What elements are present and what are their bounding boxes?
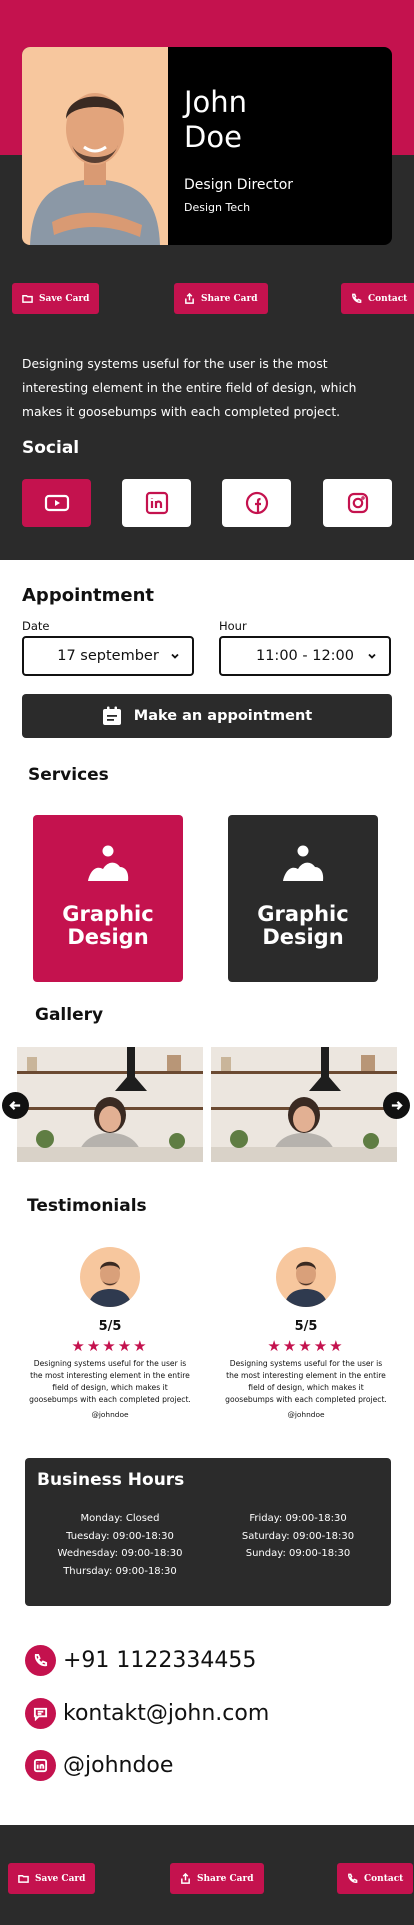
contact-label: Contact xyxy=(364,1873,404,1884)
footer-action-row: Save Card Share Card Contact xyxy=(0,1863,414,1897)
linkedin-icon xyxy=(25,1750,56,1781)
testimonial-text: Designing systems useful for the user is… xyxy=(29,1359,191,1404)
testimonial-text: Designing systems useful for the user is… xyxy=(225,1359,387,1404)
testimonial-score: 5/5 xyxy=(294,1319,318,1334)
calendar-icon xyxy=(102,706,121,725)
hours-column-right: Friday: 09:00-18:30 Saturday: 09:00-18:3… xyxy=(213,1510,383,1563)
save-card-label: Save Card xyxy=(35,1873,86,1884)
share-icon xyxy=(181,1873,190,1884)
share-icon xyxy=(185,293,194,304)
testimonial-handle: @johndoe xyxy=(287,1410,325,1419)
service-card[interactable]: Graphic Design xyxy=(228,815,378,982)
avatar xyxy=(80,1247,140,1307)
facebook-icon xyxy=(245,491,268,515)
profile-company: Design Tech xyxy=(184,201,251,214)
service-label: Graphic Design xyxy=(62,902,154,949)
youtube-icon xyxy=(44,494,69,512)
social-instagram-button[interactable] xyxy=(323,479,392,527)
hours-column-left: Monday: Closed Tuesday: 09:00-18:30 Wedn… xyxy=(35,1510,205,1580)
linkedin-handle: @johndoe xyxy=(63,1753,174,1778)
share-card-button[interactable]: Share Card xyxy=(174,283,268,314)
phone-icon xyxy=(352,293,362,303)
hours-friday: Friday: 09:00-18:30 xyxy=(249,1513,347,1524)
save-card-button[interactable]: Save Card xyxy=(8,1863,96,1894)
testimonials-title: Testimonials xyxy=(27,1196,147,1216)
instagram-icon xyxy=(347,492,368,514)
save-card-label: Save Card xyxy=(39,293,90,304)
linkedin-icon xyxy=(145,491,168,515)
phone-icon xyxy=(25,1645,56,1676)
contact-email-row[interactable]: kontakt@john.com xyxy=(25,1698,269,1729)
folder-icon xyxy=(22,295,33,303)
date-label: Date xyxy=(22,619,50,633)
hours-monday: Monday: Closed xyxy=(80,1513,160,1524)
social-linkedin-button[interactable] xyxy=(122,479,191,527)
last-name: Doe xyxy=(184,120,242,154)
contact-label: Contact xyxy=(368,293,408,304)
image-icon xyxy=(88,845,129,881)
testimonial-card: 5/5 ★★★★★ Designing systems useful for t… xyxy=(29,1247,191,1419)
save-card-button[interactable]: Save Card xyxy=(12,283,100,314)
hours-saturday: Saturday: 09:00-18:30 xyxy=(241,1530,355,1542)
hours-sunday: Sunday: 09:00-18:30 xyxy=(245,1548,351,1559)
folder-icon xyxy=(18,1875,29,1883)
service-label: Graphic Design xyxy=(257,902,349,949)
arrow-right-icon xyxy=(391,1100,403,1111)
contact-phone-row[interactable]: +91 1122334455 xyxy=(25,1645,256,1676)
share-card-label: Share Card xyxy=(197,1873,254,1884)
share-card-button[interactable]: Share Card xyxy=(170,1863,264,1894)
hours-wednesday: Wednesday: 09:00-18:30 xyxy=(57,1548,183,1559)
hour-label: Hour xyxy=(219,619,247,633)
testimonial-card: 5/5 ★★★★★ Designing systems useful for t… xyxy=(225,1247,387,1419)
image-icon xyxy=(283,845,324,881)
services-title: Services xyxy=(28,765,109,785)
testimonial-handle: @johndoe xyxy=(91,1410,129,1419)
star-rating: ★★★★★ xyxy=(267,1337,345,1355)
contact-linkedin-row[interactable]: @johndoe xyxy=(25,1750,173,1781)
testimonial-score: 5/5 xyxy=(98,1319,122,1334)
business-hours-title: Business Hours xyxy=(37,1470,185,1490)
gallery-title: Gallery xyxy=(35,1005,104,1025)
appointment-title: Appointment xyxy=(22,585,155,606)
profile-role: Design Director xyxy=(184,177,294,193)
phone-number: +91 1122334455 xyxy=(63,1648,257,1673)
social-row xyxy=(22,479,392,527)
phone-icon xyxy=(348,1873,358,1883)
message-icon xyxy=(25,1698,56,1729)
contact-button[interactable]: Contact xyxy=(341,283,414,314)
gallery-image[interactable] xyxy=(17,1047,203,1162)
business-hours-card: Business Hours Monday: Closed Tuesday: 0… xyxy=(25,1458,391,1606)
hours-tuesday: Tuesday: 09:00-18:30 xyxy=(66,1530,174,1542)
star-rating: ★★★★★ xyxy=(71,1337,149,1355)
social-facebook-button[interactable] xyxy=(222,479,291,527)
top-action-row: Save Card Share Card Contact xyxy=(0,283,414,317)
hours-thursday: Thursday: 09:00-18:30 xyxy=(63,1565,177,1577)
chevron-down-icon xyxy=(171,653,179,659)
contact-button[interactable]: Contact xyxy=(337,1863,414,1894)
make-appointment-button[interactable]: Make an appointment xyxy=(22,694,392,738)
chevron-down-icon xyxy=(368,653,376,659)
date-value: 17 september xyxy=(57,648,159,664)
first-name: John xyxy=(184,85,248,119)
arrow-left-icon xyxy=(9,1100,21,1111)
email-address: kontakt@john.com xyxy=(63,1701,270,1726)
date-select[interactable]: 17 september xyxy=(22,636,194,676)
share-card-label: Share Card xyxy=(201,293,258,304)
profile-photo xyxy=(22,47,168,245)
social-title: Social xyxy=(22,438,80,458)
profile-info: John Doe Design Director Design Tech xyxy=(168,47,392,245)
make-appointment-label: Make an appointment xyxy=(133,708,313,724)
gallery-next-button[interactable] xyxy=(383,1092,410,1119)
avatar xyxy=(276,1247,336,1307)
social-youtube-button[interactable] xyxy=(22,479,91,527)
gallery-prev-button[interactable] xyxy=(2,1092,29,1119)
hour-select[interactable]: 11:00 - 12:00 xyxy=(219,636,391,676)
hour-value: 11:00 - 12:00 xyxy=(255,648,355,664)
profile-name: John Doe xyxy=(184,85,376,155)
gallery-image[interactable] xyxy=(211,1047,397,1162)
bio-text: Designing systems useful for the user is… xyxy=(22,357,357,419)
service-card[interactable]: Graphic Design xyxy=(33,815,183,982)
profile-card: John Doe Design Director Design Tech xyxy=(22,47,392,245)
